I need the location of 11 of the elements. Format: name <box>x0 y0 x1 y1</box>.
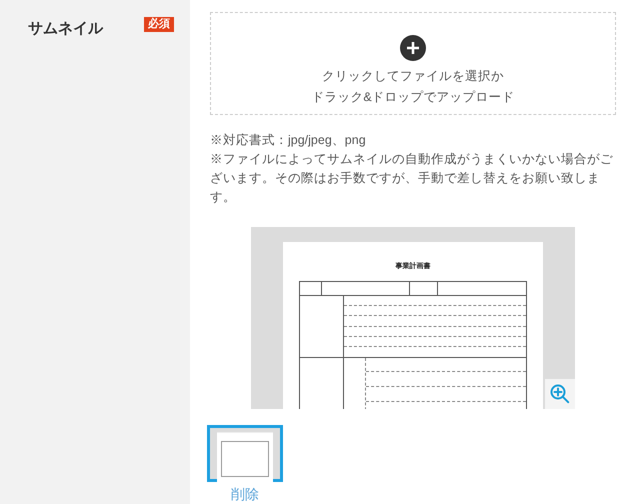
dropzone-text: ドラック&ドロップでアップロード <box>311 89 515 106</box>
zoom-in-button[interactable] <box>545 379 575 409</box>
required-badge: 必須 <box>144 17 174 32</box>
file-dropzone[interactable]: クリックしてファイルを選択か ドラック&ドロップでアップロード <box>210 12 616 116</box>
field-label: サムネイル <box>28 19 103 39</box>
zoom-in-icon <box>549 383 571 405</box>
dropzone-text: クリックしてファイルを選択か <box>322 68 504 85</box>
image-thumbnail[interactable] <box>207 425 283 482</box>
note-text: ※ファイルによってサムネイルの自動作成がうまくいかない場合がございます。その際はお手数ですが、手動で差し替えをお願い致します。 <box>210 151 614 206</box>
note-text: ※対応書式：jpg/jpeg、png <box>210 132 367 150</box>
add-icon <box>400 35 426 61</box>
